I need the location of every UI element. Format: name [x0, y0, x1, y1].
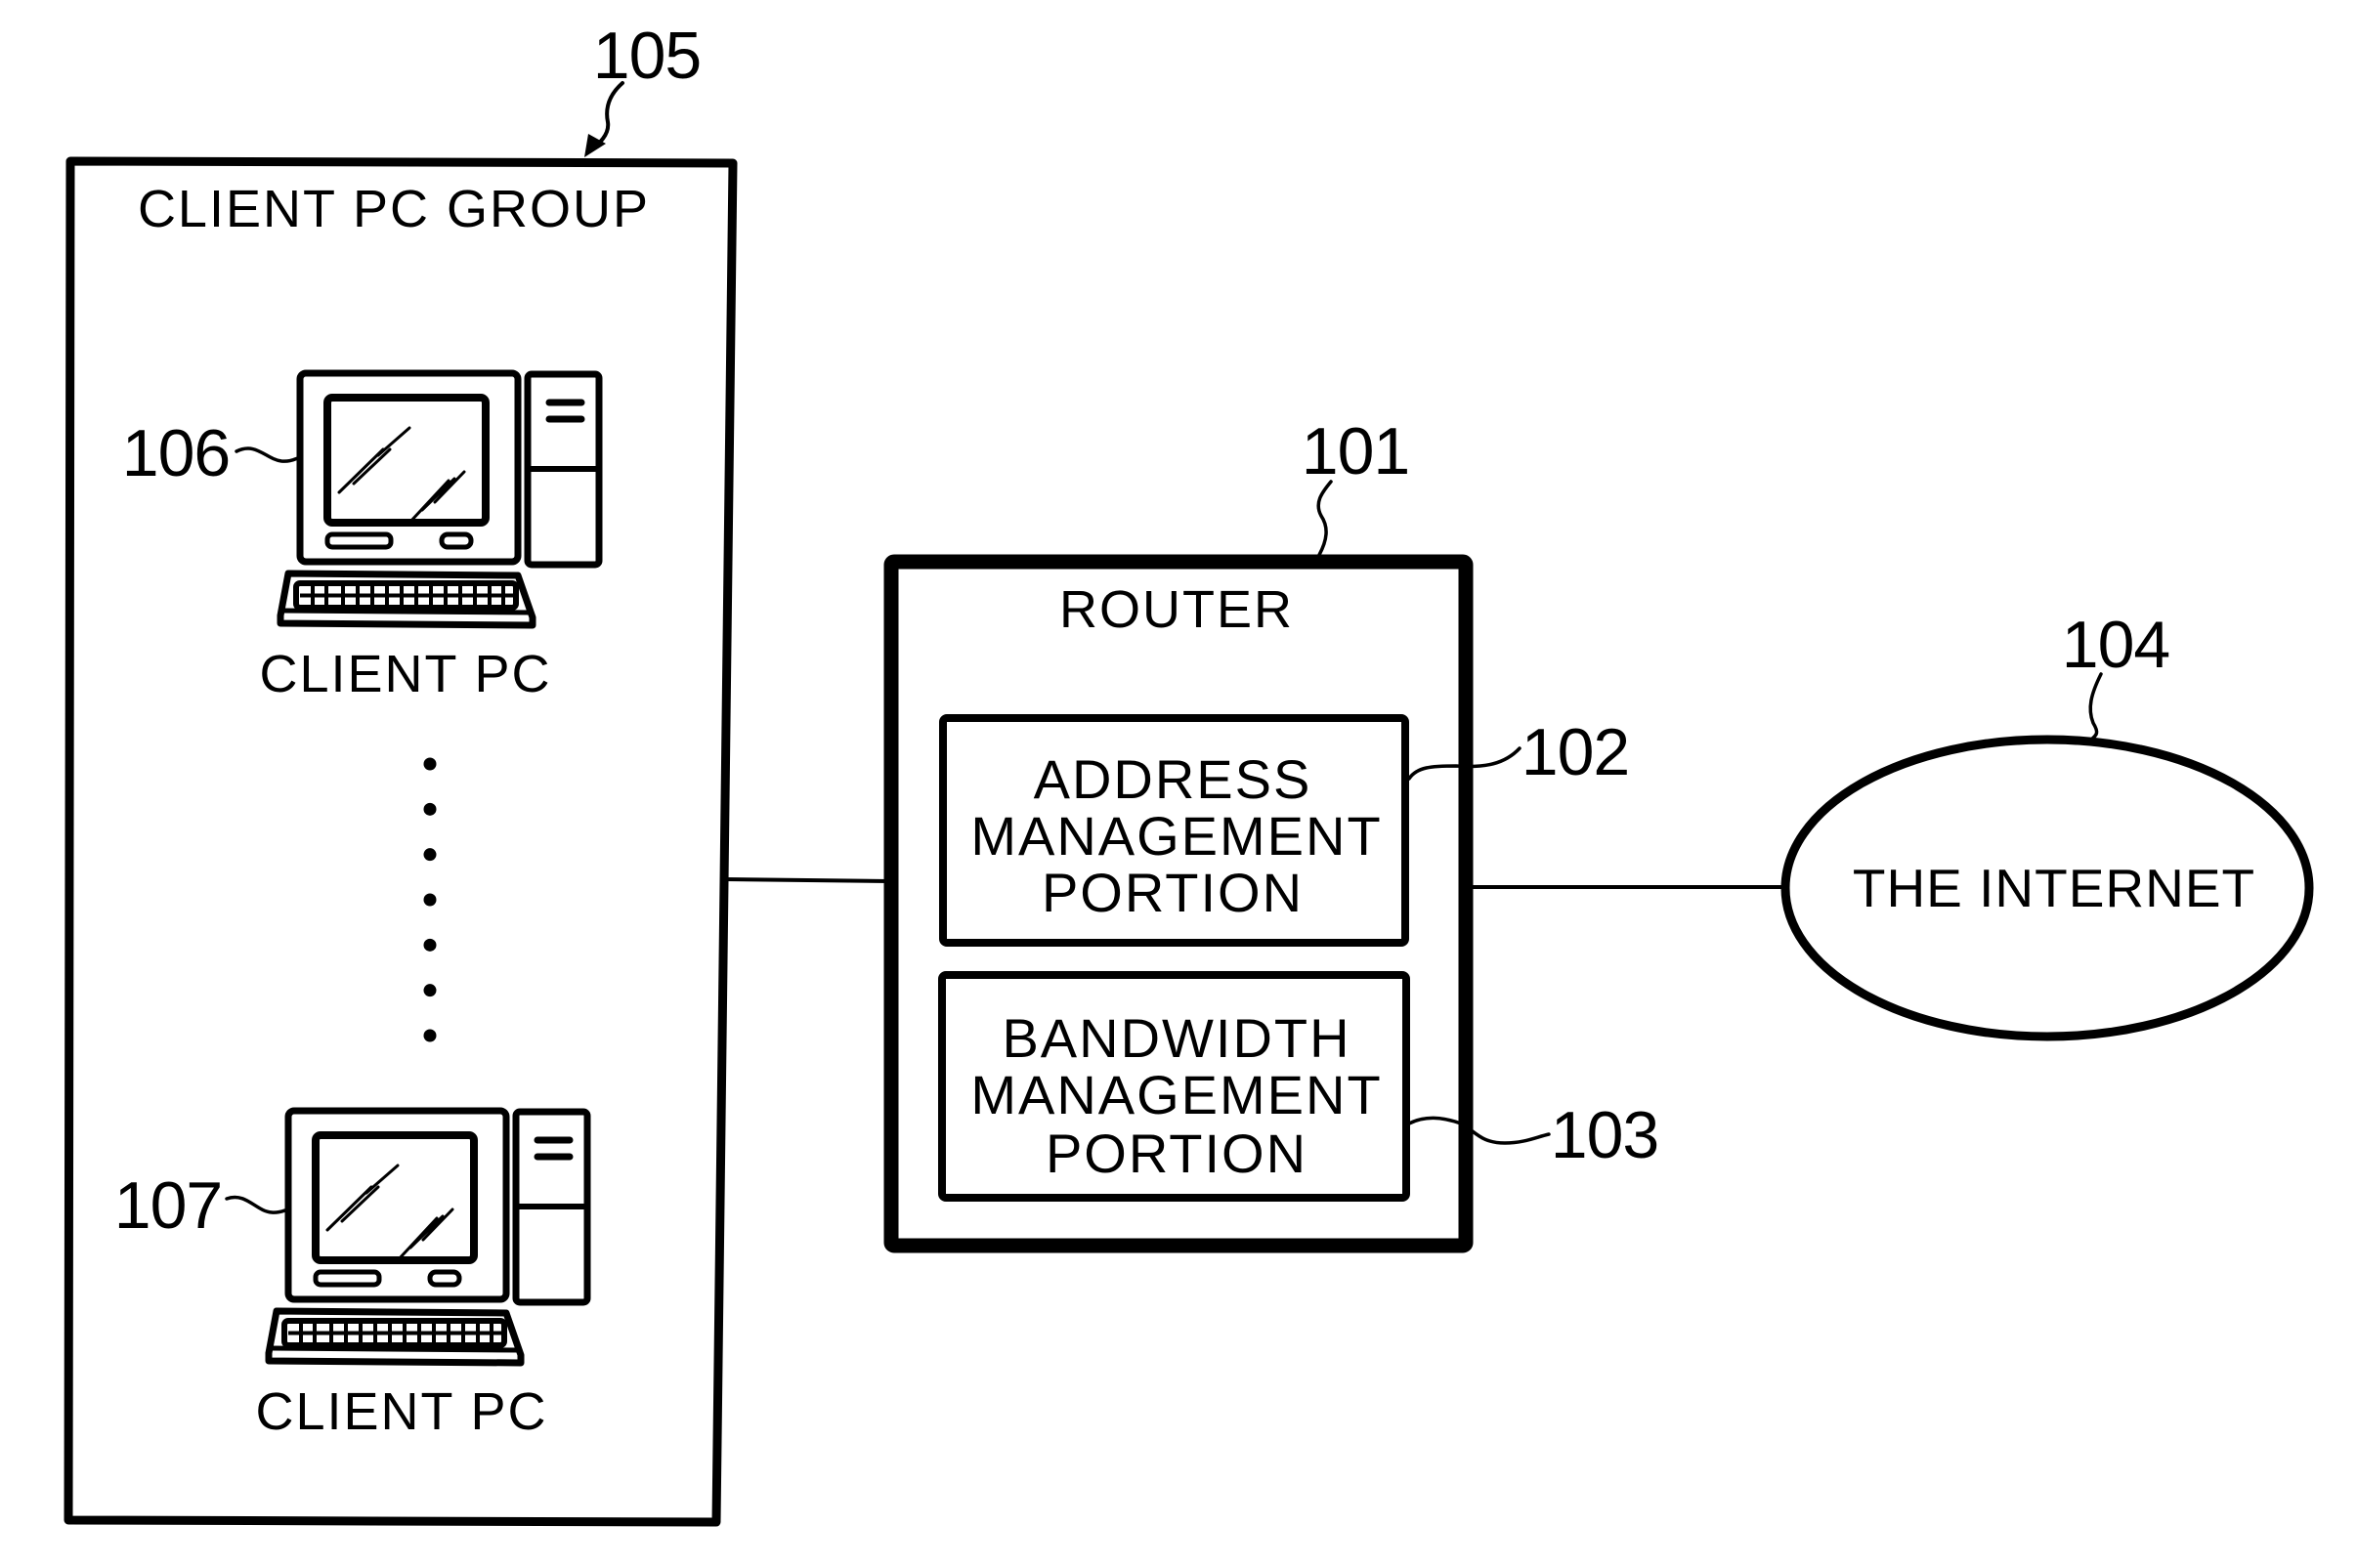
ref-101-label: 101: [1302, 414, 1409, 488]
address-management-portion: ADDRESS MANAGEMENT PORTION 102: [939, 714, 1630, 947]
computer-icon: [280, 373, 599, 625]
ellipsis-dot: [423, 848, 437, 862]
router-title: ROUTER: [1059, 580, 1294, 639]
address-line-2: MANAGEMENT: [970, 805, 1382, 867]
internet-label: THE INTERNET: [1853, 858, 2255, 918]
ellipsis-dot: [423, 938, 437, 952]
pc-107-leader: [225, 1195, 291, 1214]
network-diagram: CLIENT PC GROUP 105 106 CLIENT PC 107 CL…: [64, 19, 2314, 1527]
pc-106-ref: 106: [122, 416, 230, 490]
ref-102-label: 102: [1521, 715, 1629, 789]
ellipsis-dot: [423, 893, 437, 907]
bandwidth-line-3: PORTION: [1046, 1123, 1307, 1184]
link-client-group-router: [723, 877, 891, 883]
ref-103-label: 103: [1551, 1098, 1658, 1172]
bandwidth-line-1: BANDWIDTH: [1002, 1007, 1350, 1069]
pc-106-leader: [235, 446, 303, 463]
ref-104-leader: [2088, 672, 2103, 742]
bandwidth-management-portion: BANDWIDTH MANAGEMENT PORTION 103: [938, 971, 1659, 1202]
address-line-3: PORTION: [1042, 862, 1304, 923]
internet: THE INTERNET 104: [1780, 608, 2314, 1041]
ellipsis-dot: [423, 984, 437, 997]
ref-103-leader: [1407, 1116, 1551, 1145]
address-line-1: ADDRESS: [1034, 748, 1312, 810]
ellipsis-dot: [423, 757, 437, 771]
pc-107-ref: 107: [114, 1168, 222, 1243]
ellipsis-dot: [423, 802, 437, 816]
client-pc-group-title: CLIENT PC GROUP: [138, 180, 650, 238]
bandwidth-line-2: MANAGEMENT: [970, 1064, 1382, 1125]
ref-105-label: 105: [593, 19, 701, 93]
pc-106-label: CLIENT PC: [259, 645, 551, 703]
router: ROUTER 101 ADDRESS MANAGEMENT PORTION 10…: [883, 414, 1659, 1253]
computer-icon: [269, 1111, 587, 1363]
ellipsis-dots: [423, 757, 437, 1042]
ellipsis-dot: [423, 1029, 437, 1042]
client-pc-group: CLIENT PC GROUP 105 106 CLIENT PC 107 CL…: [64, 19, 738, 1527]
pc-107-label: CLIENT PC: [255, 1382, 547, 1441]
ref-101-leader: [1316, 480, 1333, 557]
client-pc-106: 106 CLIENT PC: [122, 373, 599, 703]
client-pc-107: 107 CLIENT PC: [114, 1111, 587, 1441]
ref-104-label: 104: [2062, 608, 2169, 682]
